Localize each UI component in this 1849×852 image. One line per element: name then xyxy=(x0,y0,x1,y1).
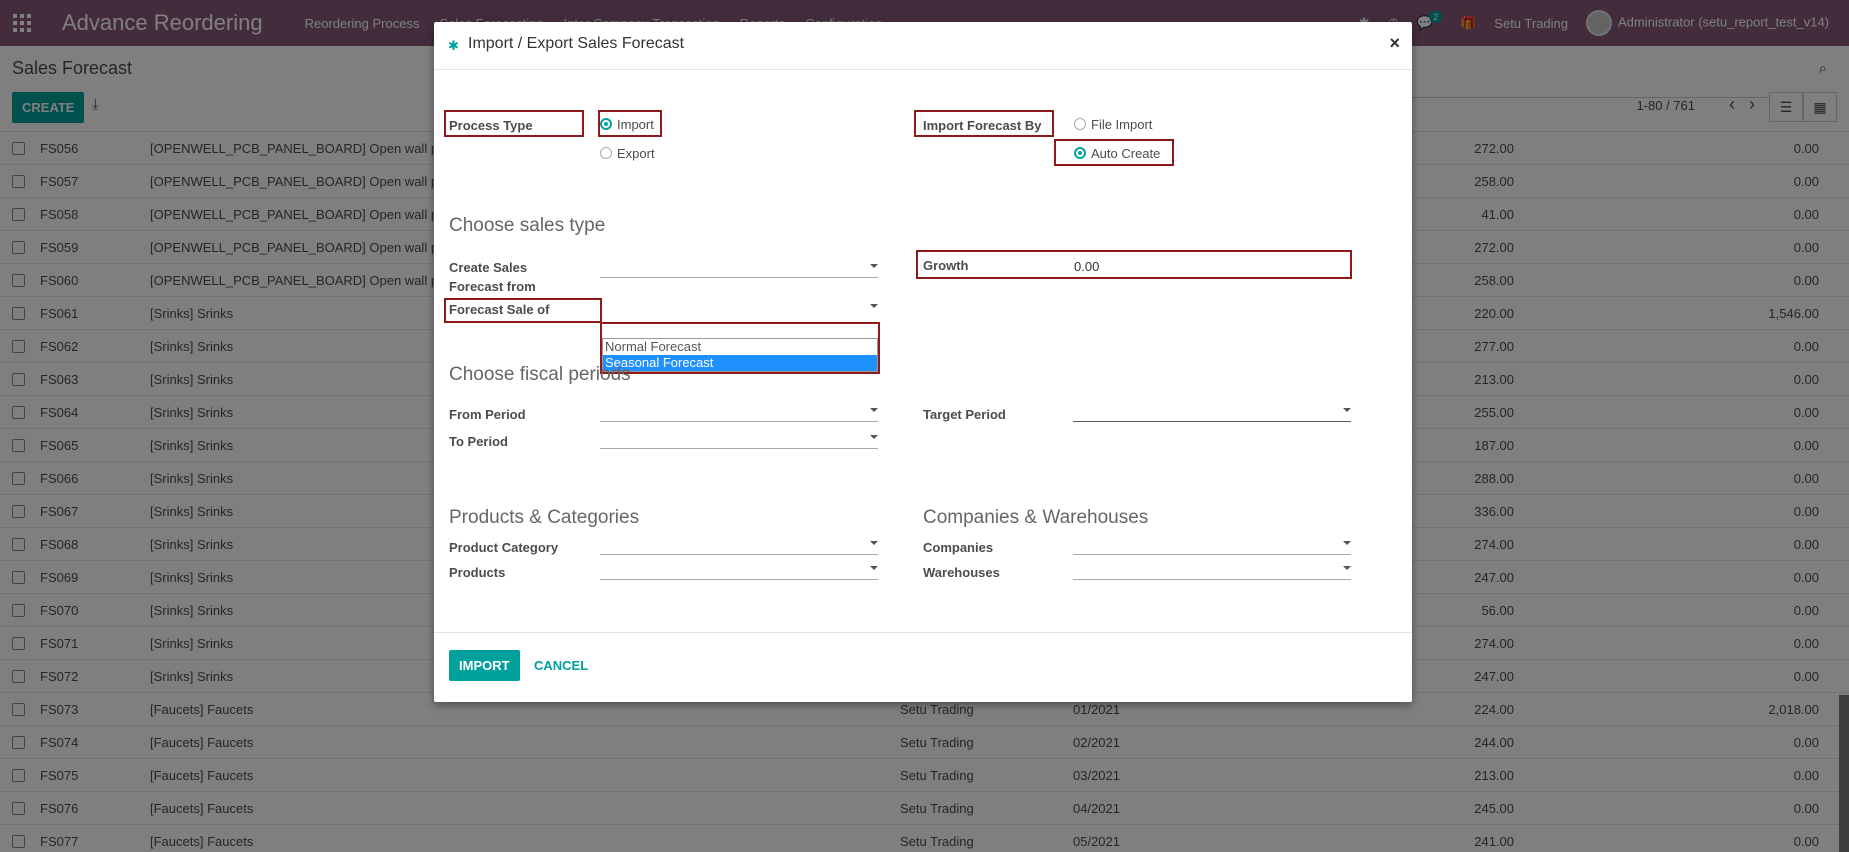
forecast-sale-of-label: Forecast Sale of xyxy=(449,302,550,317)
caret-down-icon xyxy=(870,541,878,545)
growth-highlight xyxy=(916,250,1352,279)
product-category-label: Product Category xyxy=(449,540,559,555)
growth-input[interactable]: 0.00 xyxy=(1074,259,1099,274)
companies-label: Companies xyxy=(923,540,994,555)
target-period-label: Target Period xyxy=(923,407,1006,422)
caret-down-icon xyxy=(870,304,878,308)
create-from-label: Create Sales Forecast from xyxy=(449,260,536,294)
section-companies: Companies & Warehouses xyxy=(923,507,1149,528)
process-type-label: Process Type xyxy=(449,118,533,133)
caret-down-icon xyxy=(870,264,878,268)
dialog-footer: IMPORT CANCEL xyxy=(434,632,1412,702)
cancel-button[interactable]: CANCEL xyxy=(534,658,588,673)
from-period-label: From Period xyxy=(449,407,526,422)
import-forecast-by-label: Import Forecast By xyxy=(923,118,1042,133)
bug-icon: ✱ xyxy=(448,38,459,53)
warehouses-label: Warehouses xyxy=(923,565,1000,580)
product-category-select[interactable] xyxy=(600,535,878,555)
export-radio[interactable] xyxy=(600,147,612,159)
dialog-header: ✱ Import / Export Sales Forecast × xyxy=(434,22,1412,70)
import-radio-label[interactable]: Import xyxy=(617,117,654,132)
section-products: Products & Categories xyxy=(449,507,640,528)
products-select[interactable] xyxy=(600,560,878,580)
caret-down-icon xyxy=(1343,408,1351,412)
section-sales-type: Choose sales type xyxy=(449,215,606,236)
import-export-dialog: ✱ Import / Export Sales Forecast × Proce… xyxy=(434,22,1412,702)
growth-label: Growth xyxy=(923,258,969,273)
caret-down-icon xyxy=(870,566,878,570)
warehouses-select[interactable] xyxy=(1073,560,1351,580)
products-label: Products xyxy=(449,565,506,580)
companies-select[interactable] xyxy=(1073,535,1351,555)
caret-down-icon xyxy=(1343,541,1351,545)
forecast-sale-of-dropdown: Normal Forecast Seasonal Forecast xyxy=(602,338,878,372)
create-from-select[interactable] xyxy=(600,258,878,278)
auto-create-radio[interactable] xyxy=(1074,147,1086,159)
import-radio[interactable] xyxy=(600,118,612,130)
close-icon[interactable]: × xyxy=(1389,33,1400,54)
from-period-select[interactable] xyxy=(600,402,878,422)
option-seasonal-forecast[interactable]: Seasonal Forecast xyxy=(603,355,877,371)
forecast-sale-of-select[interactable] xyxy=(600,298,878,318)
dialog-title: Import / Export Sales Forecast xyxy=(468,35,685,52)
caret-down-icon xyxy=(870,435,878,439)
file-import-label[interactable]: File Import xyxy=(1091,117,1152,132)
export-radio-label[interactable]: Export xyxy=(617,146,655,161)
import-button[interactable]: IMPORT xyxy=(449,650,520,681)
to-period-label: To Period xyxy=(449,434,508,449)
file-import-radio[interactable] xyxy=(1074,118,1086,130)
caret-down-icon xyxy=(1343,566,1351,570)
auto-create-label[interactable]: Auto Create xyxy=(1091,146,1160,161)
option-normal-forecast[interactable]: Normal Forecast xyxy=(603,339,877,355)
caret-down-icon xyxy=(870,408,878,412)
section-fiscal-periods: Choose fiscal periods xyxy=(449,364,631,385)
target-period-select[interactable] xyxy=(1073,402,1351,422)
to-period-select[interactable] xyxy=(600,429,878,449)
